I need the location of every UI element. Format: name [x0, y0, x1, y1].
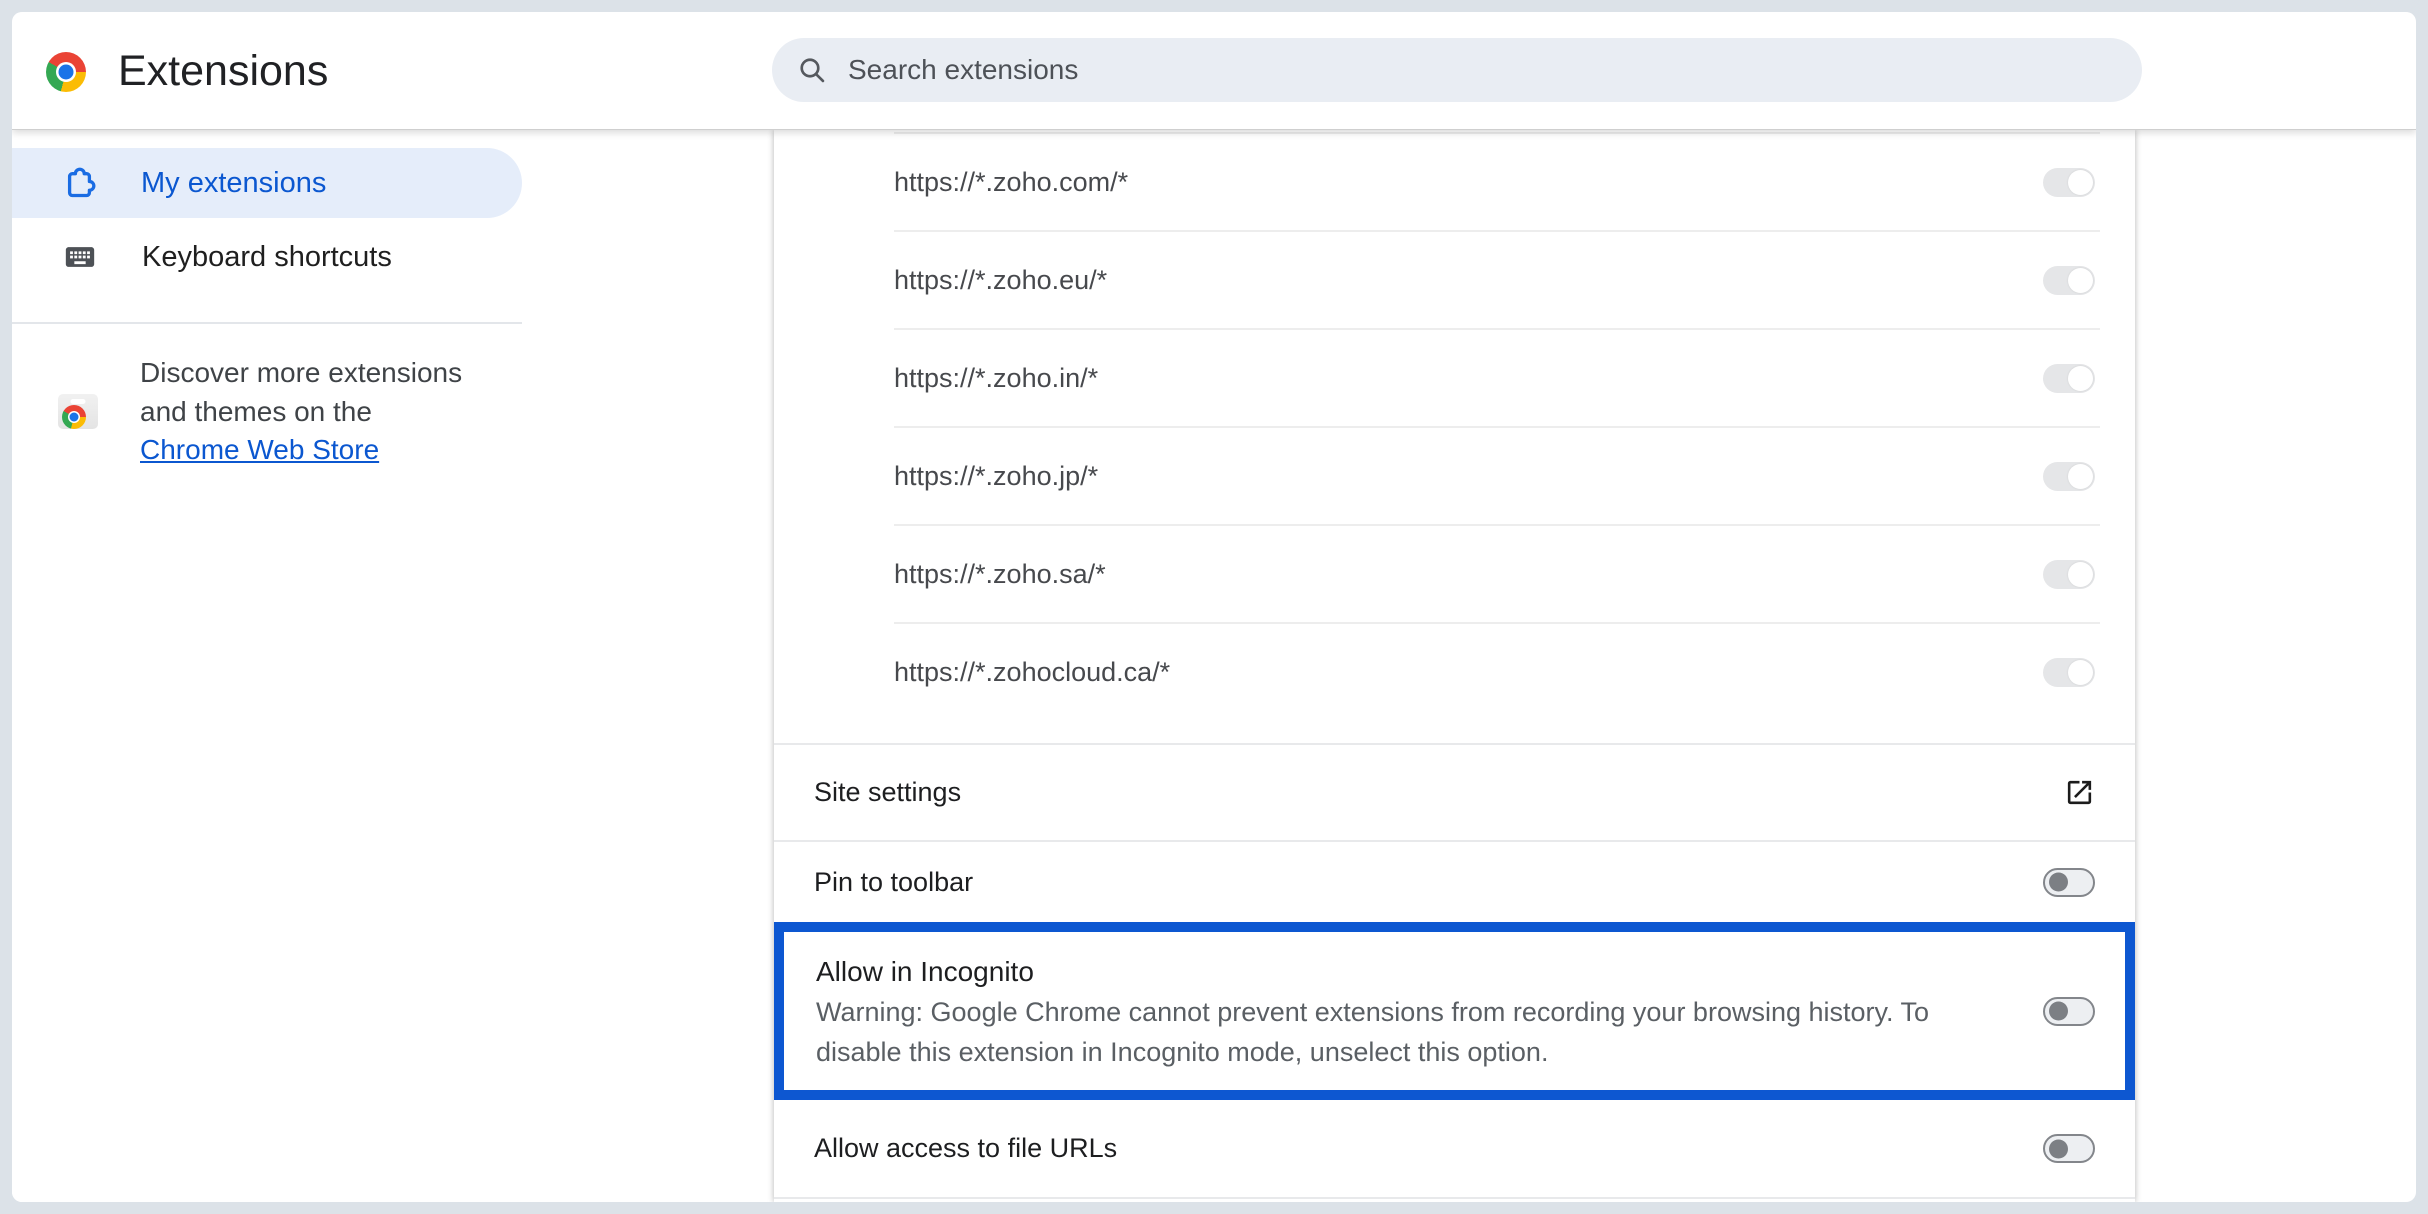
site-access-toggle[interactable] [2043, 462, 2095, 491]
site-access-toggle[interactable] [2043, 266, 2095, 295]
site-access-row: https://*.zoho.sa/* [774, 526, 2135, 622]
sidebar-divider [12, 322, 522, 324]
pin-to-toolbar-toggle[interactable] [2043, 868, 2095, 897]
discover-section: Discover more extensions and themes on t… [12, 354, 572, 470]
chrome-extensions-page: Extensions My extensions K [12, 12, 2416, 1202]
search-bar[interactable] [772, 38, 2142, 102]
puzzle-extension-icon [63, 167, 96, 200]
site-access-url: https://*.zoho.in/* [894, 363, 2043, 394]
site-access-toggle[interactable] [2043, 364, 2095, 393]
site-access-toggle[interactable] [2043, 658, 2095, 687]
site-access-row: https://*.zoho.eu/* [774, 232, 2135, 328]
sidebar: My extensions Keyboard shortcuts Discove… [12, 130, 774, 1202]
keyboard-icon [63, 240, 97, 274]
header: Extensions [12, 12, 2416, 130]
sidebar-item-label: My extensions [141, 167, 326, 200]
discover-text-before: Discover more extensions and themes on t… [140, 357, 462, 427]
window-frame: Extensions My extensions K [0, 0, 2428, 1214]
site-access-url: https://*.zohocloud.ca/* [894, 657, 2043, 688]
site-settings-label: Site settings [814, 777, 2064, 808]
site-settings-row[interactable]: Site settings [774, 745, 2135, 840]
sidebar-item-my-extensions[interactable]: My extensions [12, 148, 522, 218]
section-divider [774, 1197, 2135, 1199]
sidebar-item-label: Keyboard shortcuts [142, 241, 392, 274]
site-access-toggle[interactable] [2043, 560, 2095, 589]
pin-to-toolbar-row: Pin to toolbar [774, 842, 2135, 922]
allow-incognito-warning: Warning: Google Chrome cannot prevent ex… [816, 992, 1956, 1072]
site-access-toggle[interactable] [2043, 168, 2095, 197]
allow-incognito-label: Allow in Incognito [816, 952, 2043, 992]
discover-text: Discover more extensions and themes on t… [140, 354, 476, 470]
site-access-row: https://*.zoho.in/* [774, 330, 2135, 426]
allow-incognito-row: Allow in Incognito Warning: Google Chrom… [774, 922, 2135, 1100]
open-in-new-icon[interactable] [2064, 777, 2095, 808]
site-access-url: https://*.zoho.sa/* [894, 559, 2043, 590]
extension-detail-card: https://*.zoho.com/* https://*.zoho.eu/*… [774, 130, 2135, 1202]
search-input[interactable] [848, 54, 1948, 86]
chrome-web-store-icon [58, 394, 98, 429]
site-access-row: https://*.zoho.jp/* [774, 428, 2135, 524]
file-urls-toggle[interactable] [2043, 1134, 2095, 1163]
chrome-logo-icon [46, 52, 86, 92]
file-urls-row: Allow access to file URLs [774, 1100, 2135, 1197]
page-title: Extensions [118, 12, 328, 130]
file-urls-label: Allow access to file URLs [814, 1133, 2043, 1164]
site-access-url: https://*.zoho.eu/* [894, 265, 2043, 296]
allow-incognito-text: Allow in Incognito Warning: Google Chrom… [816, 950, 2043, 1072]
allow-incognito-toggle[interactable] [2043, 997, 2095, 1026]
search-icon [796, 54, 828, 86]
site-access-row: https://*.zohocloud.ca/* [774, 624, 2135, 720]
pin-to-toolbar-label: Pin to toolbar [814, 867, 2043, 898]
sidebar-item-keyboard-shortcuts[interactable]: Keyboard shortcuts [12, 222, 522, 292]
site-access-url: https://*.zoho.jp/* [894, 461, 2043, 492]
site-access-url: https://*.zoho.com/* [894, 167, 2043, 198]
chrome-web-store-link[interactable]: Chrome Web Store [140, 434, 379, 465]
site-access-row: https://*.zoho.com/* [774, 134, 2135, 230]
